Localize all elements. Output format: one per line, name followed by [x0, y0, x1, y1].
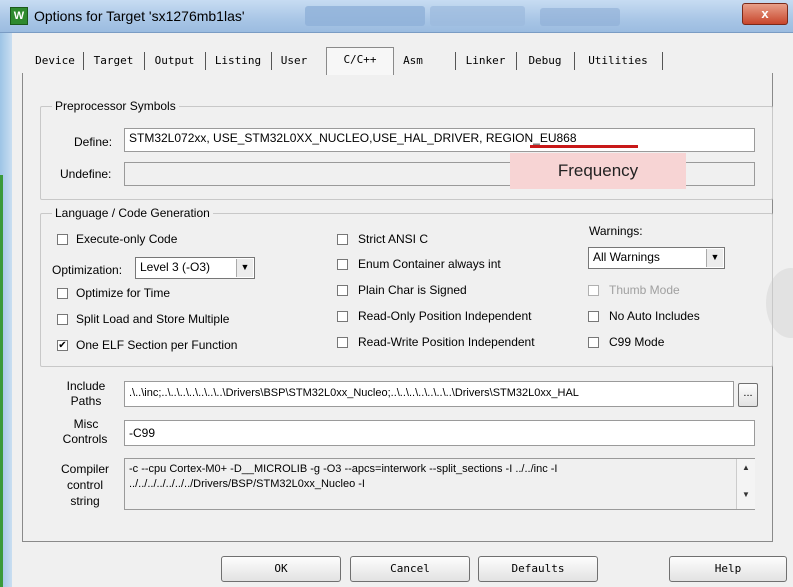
- compiler-label-string: string: [70, 494, 100, 508]
- thumb-mode-checkbox[interactable]: [588, 285, 599, 296]
- tab-listing[interactable]: Listing: [208, 50, 268, 72]
- misc-label-controls: Controls: [62, 432, 108, 446]
- strict-ansi-label: Strict ANSI C: [358, 232, 429, 246]
- scroll-up-icon[interactable]: ▲: [737, 463, 755, 472]
- misc-controls-input[interactable]: -C99: [124, 420, 755, 446]
- tab-output[interactable]: Output: [147, 50, 202, 72]
- tab-user[interactable]: User: [274, 50, 314, 72]
- optimization-label: Optimization:: [52, 263, 123, 277]
- tab-linker[interactable]: Linker: [458, 50, 513, 72]
- include-paths-input[interactable]: .\..\inc;..\..\..\..\..\..\..\Drivers\BS…: [124, 381, 734, 407]
- tab-utilities[interactable]: Utilities: [577, 50, 659, 72]
- compiler-label-control: control: [66, 478, 104, 492]
- compiler-label: Compiler: [60, 462, 109, 476]
- optimization-value: Level 3 (-O3): [140, 260, 211, 274]
- undefine-label: Undefine:: [60, 167, 112, 181]
- enum-container-checkbox[interactable]: [337, 259, 348, 270]
- tab-debug[interactable]: Debug: [519, 50, 571, 72]
- optimize-time-label: Optimize for Time: [76, 286, 171, 300]
- compiler-scrollbar[interactable]: ▲ ▼: [736, 459, 755, 509]
- preprocessor-group-label: Preprocessor Symbols: [52, 99, 179, 113]
- misc-label: Misc: [73, 417, 99, 431]
- warnings-value: All Warnings: [593, 250, 660, 264]
- one-elf-checkbox[interactable]: ✔: [57, 340, 68, 351]
- ro-position-checkbox[interactable]: [337, 311, 348, 322]
- optimize-time-checkbox[interactable]: [57, 288, 68, 299]
- execute-only-checkbox[interactable]: [57, 234, 68, 245]
- tab-asm[interactable]: Asm: [396, 50, 430, 72]
- optimization-select[interactable]: Level 3 (-O3) ▼: [135, 257, 255, 279]
- scroll-down-icon[interactable]: ▼: [737, 490, 755, 499]
- tab-separator: [516, 52, 517, 70]
- tab-separator: [662, 52, 663, 70]
- plain-char-checkbox[interactable]: [337, 285, 348, 296]
- tab-separator: [271, 52, 272, 70]
- ok-button[interactable]: OK: [221, 556, 341, 582]
- c99-mode-checkbox[interactable]: [588, 337, 599, 348]
- compiler-line-2: ../../../../../../../Drivers/BSP/STM32L0…: [129, 478, 365, 490]
- split-load-checkbox[interactable]: [57, 314, 68, 325]
- chevron-down-icon[interactable]: ▼: [706, 249, 723, 267]
- define-input[interactable]: STM32L072xx, USE_STM32L0XX_NUCLEO,USE_HA…: [124, 128, 755, 152]
- tab-device[interactable]: Device: [30, 50, 80, 72]
- tab-separator: [574, 52, 575, 70]
- include-label-paths: Paths: [70, 394, 102, 408]
- language-group-label: Language / Code Generation: [52, 206, 213, 220]
- background-strip: [0, 175, 3, 587]
- title-bar-blur: [430, 6, 525, 26]
- plain-char-label: Plain Char is Signed: [358, 283, 467, 297]
- no-auto-includes-checkbox[interactable]: [588, 311, 599, 322]
- annotation-underline: [530, 145, 638, 148]
- include-browse-button[interactable]: ...: [738, 383, 758, 407]
- rw-position-label: Read-Write Position Independent: [358, 335, 535, 349]
- define-label: Define:: [74, 135, 113, 149]
- title-bar-blur: [305, 6, 425, 26]
- help-button[interactable]: Help: [669, 556, 787, 582]
- compiler-control-string: -c --cpu Cortex-M0+ -D__MICROLIB -g -O3 …: [124, 458, 755, 510]
- warnings-select[interactable]: All Warnings ▼: [588, 247, 725, 269]
- warnings-label: Warnings:: [589, 224, 643, 238]
- thumb-mode-label: Thumb Mode: [609, 283, 680, 297]
- defaults-button[interactable]: Defaults: [478, 556, 598, 582]
- compiler-line-1: -c --cpu Cortex-M0+ -D__MICROLIB -g -O3 …: [129, 463, 558, 475]
- checkmark-icon: ✔: [58, 340, 67, 351]
- chevron-down-icon[interactable]: ▼: [236, 259, 253, 277]
- tab-target[interactable]: Target: [86, 50, 141, 72]
- strict-ansi-checkbox[interactable]: [337, 234, 348, 245]
- frequency-annotation: Frequency: [510, 153, 686, 189]
- title-bar-blur: [540, 8, 620, 26]
- cancel-button[interactable]: Cancel: [350, 556, 470, 582]
- one-elf-label: One ELF Section per Function: [76, 338, 238, 352]
- tab-separator: [144, 52, 145, 70]
- window-title: Options for Target 'sx1276mb1las': [34, 8, 245, 24]
- app-icon: W: [10, 7, 28, 25]
- split-load-label: Split Load and Store Multiple: [76, 312, 230, 326]
- ro-position-label: Read-Only Position Independent: [358, 309, 532, 323]
- tab-cc[interactable]: C/C++: [326, 47, 394, 75]
- close-button[interactable]: x: [742, 3, 788, 25]
- rw-position-checkbox[interactable]: [337, 337, 348, 348]
- c99-mode-label: C99 Mode: [609, 335, 665, 349]
- enum-container-label: Enum Container always int: [358, 257, 501, 271]
- tab-separator: [83, 52, 84, 70]
- tab-separator: [205, 52, 206, 70]
- execute-only-label: Execute-only Code: [76, 232, 178, 246]
- tab-separator: [455, 52, 456, 70]
- include-label: Include: [66, 379, 106, 393]
- no-auto-includes-label: No Auto Includes: [609, 309, 700, 323]
